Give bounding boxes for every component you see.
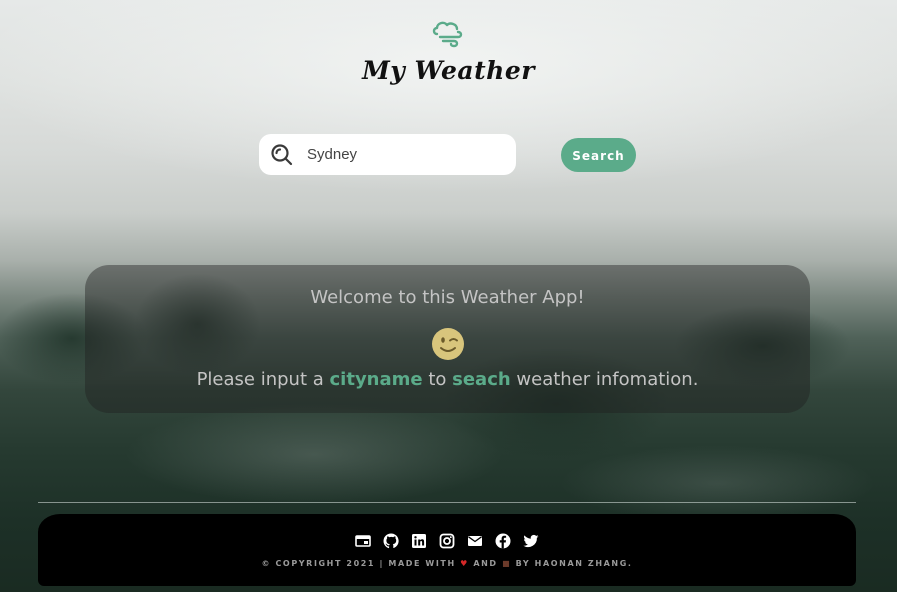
search-input[interactable]	[307, 142, 502, 167]
welcome-title: Welcome to this Weather App!	[310, 287, 585, 308]
website-icon[interactable]	[354, 532, 372, 550]
wink-emoji-icon	[432, 328, 464, 360]
instagram-icon[interactable]	[438, 532, 456, 550]
search-icon[interactable]	[270, 143, 294, 167]
message-text: weather infomation.	[510, 369, 699, 390]
welcome-message: Please input a cityname to seach weather…	[85, 369, 810, 390]
copyright-prefix: © COPYRIGHT 2021 | MADE WITH	[261, 559, 461, 568]
linkedin-icon[interactable]	[410, 532, 428, 550]
copyright-text: © COPYRIGHT 2021 | MADE WITH ♥ AND ■ BY …	[38, 559, 856, 568]
highlight-cityname: cityname	[329, 369, 423, 390]
wind-icon	[432, 21, 463, 48]
copyright-and: AND	[468, 559, 503, 568]
coffee-icon: ■	[502, 559, 512, 568]
search-bar[interactable]	[259, 134, 516, 175]
github-icon[interactable]	[382, 532, 400, 550]
mail-icon[interactable]	[466, 532, 484, 550]
twitter-icon[interactable]	[522, 532, 540, 550]
message-text: Please input a	[196, 369, 330, 390]
heart-icon: ♥	[460, 559, 469, 568]
search-button[interactable]: Search	[561, 138, 636, 172]
footer-divider	[38, 502, 856, 503]
social-links	[38, 532, 856, 550]
message-text: to	[422, 369, 453, 390]
welcome-card: Welcome to this Weather App! Please inpu…	[85, 265, 810, 413]
facebook-icon[interactable]	[494, 532, 512, 550]
copyright-suffix: BY HAONAN ZHANG.	[511, 559, 633, 568]
footer: © COPYRIGHT 2021 | MADE WITH ♥ AND ■ BY …	[38, 514, 856, 586]
app-title: My Weather	[362, 56, 535, 85]
highlight-search: seach	[452, 369, 511, 390]
